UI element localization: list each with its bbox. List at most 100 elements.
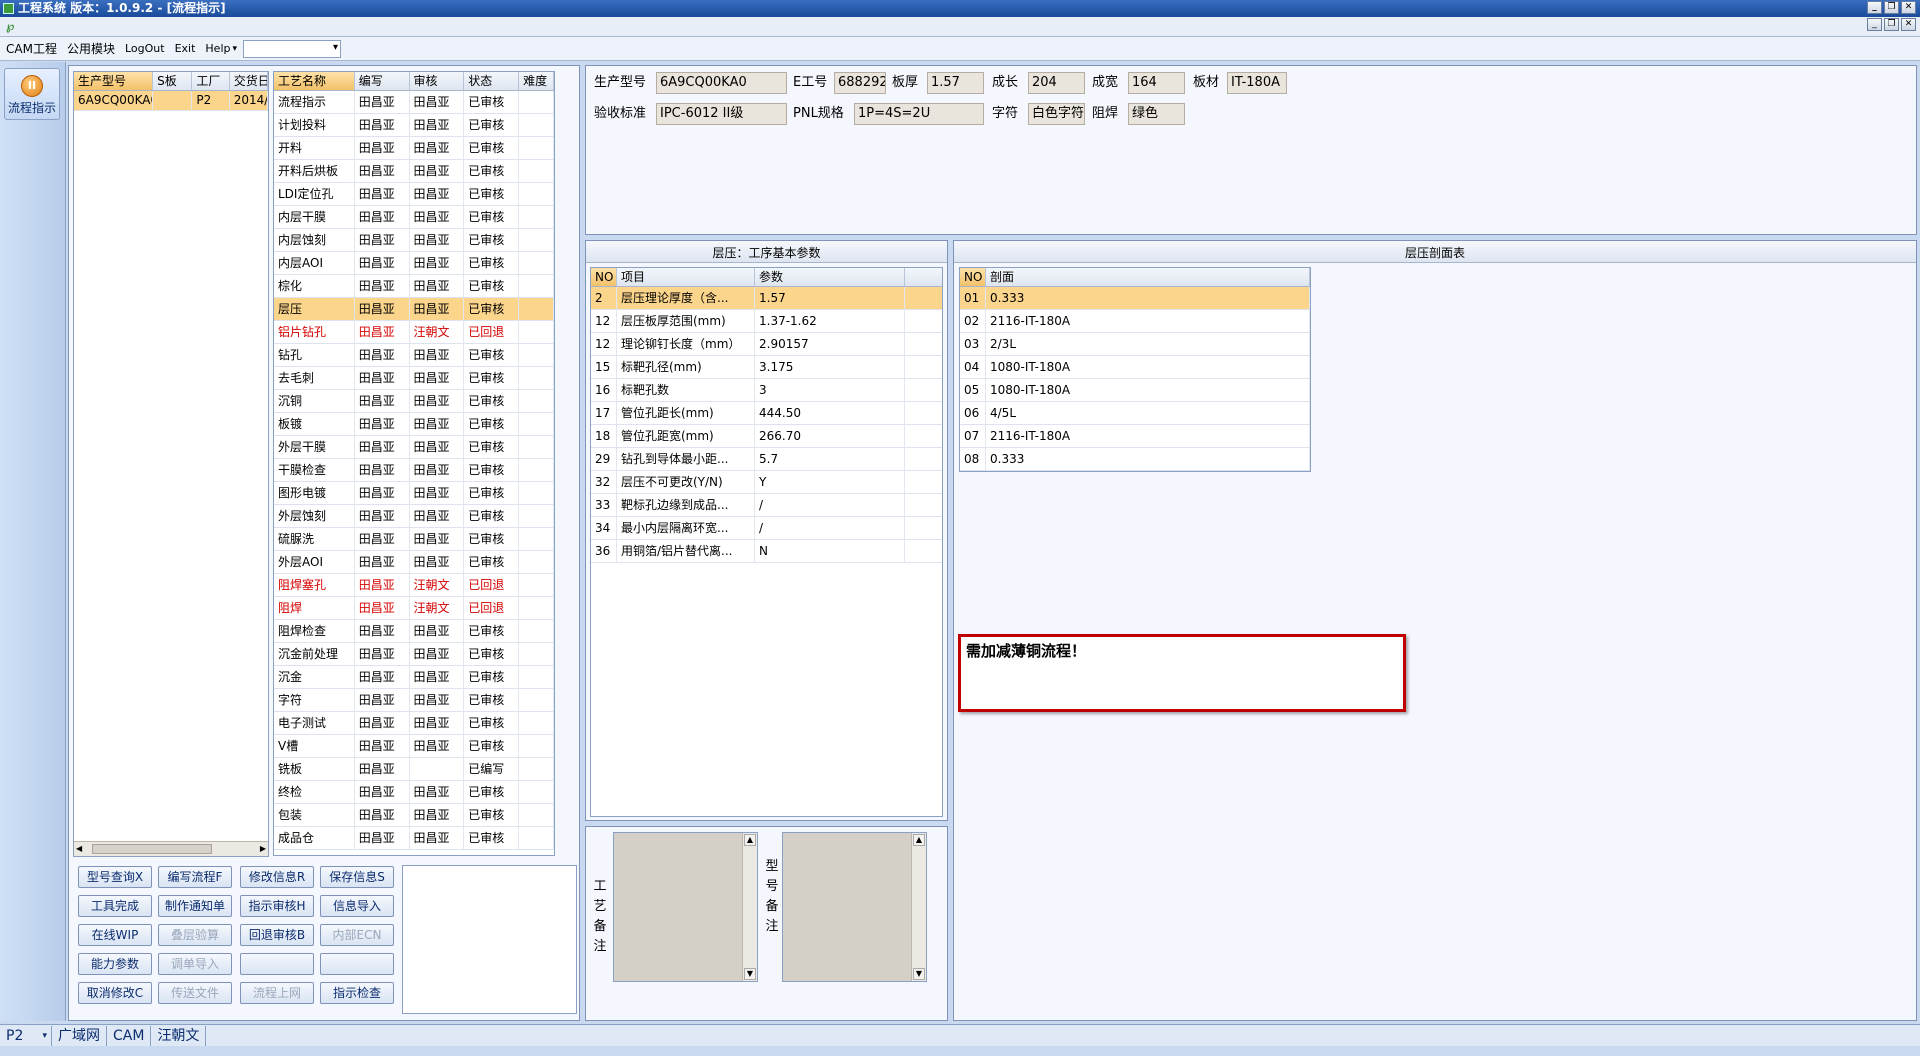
table-row[interactable]: 硫脲洗 田昌亚 田昌亚 已审核 [274, 528, 554, 551]
close-icon[interactable]: ✕ [1901, 1, 1916, 14]
action-button-11[interactable]: 内部ECN [320, 924, 394, 946]
table-row[interactable]: 沉铜 田昌亚 田昌亚 已审核 [274, 390, 554, 413]
scroll-left-icon[interactable]: ◀ [76, 844, 82, 853]
chevron-down-icon[interactable]: ▾ [232, 44, 237, 54]
table-row[interactable]: 16 标靶孔数 3 [591, 379, 942, 402]
col-param[interactable]: 参数 [755, 268, 905, 286]
table-row[interactable]: 6A9CQ00KA0 P2 2014/ [74, 91, 268, 111]
table-row[interactable]: 字符 田昌亚 田昌亚 已审核 [274, 689, 554, 712]
action-button-5[interactable]: 制作通知单 [158, 895, 232, 917]
action-button-16[interactable]: 取消修改C [78, 982, 152, 1004]
table-row[interactable]: 内层蚀刻 田昌亚 田昌亚 已审核 [274, 229, 554, 252]
table-row[interactable]: 包装 田昌亚 田昌亚 已审核 [274, 804, 554, 827]
action-button-18[interactable]: 流程上网 [240, 982, 314, 1004]
scroll-thumb[interactable] [92, 844, 212, 854]
character-value[interactable]: 白色字符 [1028, 103, 1085, 125]
table-row[interactable]: 17 管位孔距长(mm) 444.50 [591, 402, 942, 425]
action-button-14[interactable] [240, 953, 314, 975]
process-remark-field[interactable]: ▲ ▼ [613, 832, 758, 982]
action-button-19[interactable]: 指示检查 [320, 982, 394, 1004]
restore-icon[interactable]: ❐ [1884, 1, 1899, 14]
table-row[interactable]: 阻焊塞孔 田昌亚 汪朝文 已回退 [274, 574, 554, 597]
pnl-value[interactable]: 1P=4S=2U [854, 103, 984, 125]
table-row[interactable]: 计划投料 田昌亚 田昌亚 已审核 [274, 114, 554, 137]
col-no[interactable]: NO [960, 268, 986, 286]
table-row[interactable]: 板镀 田昌亚 田昌亚 已审核 [274, 413, 554, 436]
table-row[interactable]: 2 层压理论厚度（含... 1.57 [591, 287, 942, 310]
table-row[interactable]: 06 4/5L [960, 402, 1310, 425]
table-row[interactable]: 02 2116-IT-180A [960, 310, 1310, 333]
horizontal-scrollbar[interactable]: ◀ ▶ [74, 841, 268, 856]
table-row[interactable]: 36 用铜箔/铝片替代离... N [591, 540, 942, 563]
process-remark-scrollbar[interactable]: ▲ ▼ [742, 833, 757, 981]
table-row[interactable]: 铝片钻孔 田昌亚 汪朝文 已回退 [274, 321, 554, 344]
action-button-15[interactable] [320, 953, 394, 975]
table-row[interactable]: 外层AOI 田昌亚 田昌亚 已审核 [274, 551, 554, 574]
table-row[interactable]: 12 层压板厚范围(mm) 1.37-1.62 [591, 310, 942, 333]
child-close-icon[interactable]: ✕ [1901, 18, 1916, 31]
child-minimize-icon[interactable]: _ [1867, 18, 1882, 31]
table-row[interactable]: 01 0.333 [960, 287, 1310, 310]
model-value[interactable]: 6A9CQ00KA0 [656, 72, 787, 94]
col-writer[interactable]: 编写 [355, 72, 410, 90]
table-row[interactable]: 沉金前处理 田昌亚 田昌亚 已审核 [274, 643, 554, 666]
table-row[interactable]: 成品仓 田昌亚 田昌亚 已审核 [274, 827, 554, 850]
thickness-value[interactable]: 1.57 [927, 72, 984, 94]
col-process[interactable]: 工艺名称 [274, 72, 355, 90]
model-remark-scrollbar[interactable]: ▲ ▼ [911, 833, 926, 981]
table-row[interactable]: 33 靶标孔边缘到成品... / [591, 494, 942, 517]
table-row[interactable]: 外层干膜 田昌亚 田昌亚 已审核 [274, 436, 554, 459]
table-row[interactable]: 图形电镀 田昌亚 田昌亚 已审核 [274, 482, 554, 505]
table-row[interactable]: 开料 田昌亚 田昌亚 已审核 [274, 137, 554, 160]
menu-combo[interactable] [243, 39, 342, 58]
action-button-12[interactable]: 能力参数 [78, 953, 152, 975]
table-row[interactable]: V槽 田昌亚 田昌亚 已审核 [274, 735, 554, 758]
table-row[interactable]: 沉金 田昌亚 田昌亚 已审核 [274, 666, 554, 689]
table-row[interactable]: 12 理论铆钉长度（mm） 2.90157 [591, 333, 942, 356]
scroll-up-icon[interactable]: ▲ [913, 834, 925, 846]
action-button-13[interactable]: 调单导入 [158, 953, 232, 975]
menu-exit[interactable]: Exit [173, 42, 204, 55]
col-difficulty[interactable]: 难度 [519, 72, 554, 90]
width-value[interactable]: 164 [1128, 72, 1185, 94]
table-row[interactable]: 34 最小内层隔离环宽... / [591, 517, 942, 540]
menu-cam[interactable]: CAM工程 [4, 40, 65, 57]
table-row[interactable]: 内层干膜 田昌亚 田昌亚 已审核 [274, 206, 554, 229]
factory-select[interactable]: P2 ▾ [0, 1025, 52, 1046]
menu-common[interactable]: 公用模块 [65, 40, 123, 57]
scroll-right-icon[interactable]: ▶ [260, 844, 266, 853]
table-row[interactable]: 开料后烘板 田昌亚 田昌亚 已审核 [274, 160, 554, 183]
col-s[interactable]: S板 [153, 72, 193, 90]
table-row[interactable]: 外层蚀刻 田昌亚 田昌亚 已审核 [274, 505, 554, 528]
length-value[interactable]: 204 [1028, 72, 1085, 94]
table-row[interactable]: 流程指示 田昌亚 田昌亚 已审核 [274, 91, 554, 114]
action-button-17[interactable]: 传送文件 [158, 982, 232, 1004]
action-button-9[interactable]: 叠层验算 [158, 924, 232, 946]
action-button-3[interactable]: 保存信息S [320, 866, 394, 888]
model-remark-field[interactable]: ▲ ▼ [782, 832, 927, 982]
col-delivery[interactable]: 交货日 [230, 72, 268, 90]
scroll-up-icon[interactable]: ▲ [744, 834, 756, 846]
table-row[interactable]: 阻焊 田昌亚 汪朝文 已回退 [274, 597, 554, 620]
child-restore-icon[interactable]: ❐ [1884, 18, 1899, 31]
col-reviewer[interactable]: 审核 [410, 72, 465, 90]
col-no[interactable]: NO [591, 268, 617, 286]
col-item[interactable]: 项目 [617, 268, 755, 286]
table-row[interactable]: 15 标靶孔径(mm) 3.175 [591, 356, 942, 379]
minimize-icon[interactable]: _ [1867, 1, 1882, 14]
table-row[interactable]: 内层AOI 田昌亚 田昌亚 已审核 [274, 252, 554, 275]
action-button-7[interactable]: 信息导入 [320, 895, 394, 917]
table-row[interactable]: 04 1080-IT-180A [960, 356, 1310, 379]
action-button-4[interactable]: 工具完成 [78, 895, 152, 917]
table-row[interactable]: 18 管位孔距宽(mm) 266.70 [591, 425, 942, 448]
standard-value[interactable]: IPC-6012 II级 [656, 103, 787, 125]
e-no-value[interactable]: 688292 [834, 72, 886, 94]
table-row[interactable]: 棕化 田昌亚 田昌亚 已审核 [274, 275, 554, 298]
table-row[interactable]: LDI定位孔 田昌亚 田昌亚 已审核 [274, 183, 554, 206]
action-button-8[interactable]: 在线WIP [78, 924, 152, 946]
table-row[interactable]: 终检 田昌亚 田昌亚 已审核 [274, 781, 554, 804]
table-row[interactable]: 08 0.333 [960, 448, 1310, 471]
action-button-10[interactable]: 回退审核B [240, 924, 314, 946]
menu-logout[interactable]: LogOut [123, 42, 173, 55]
col-factory[interactable]: 工厂 [192, 72, 230, 90]
